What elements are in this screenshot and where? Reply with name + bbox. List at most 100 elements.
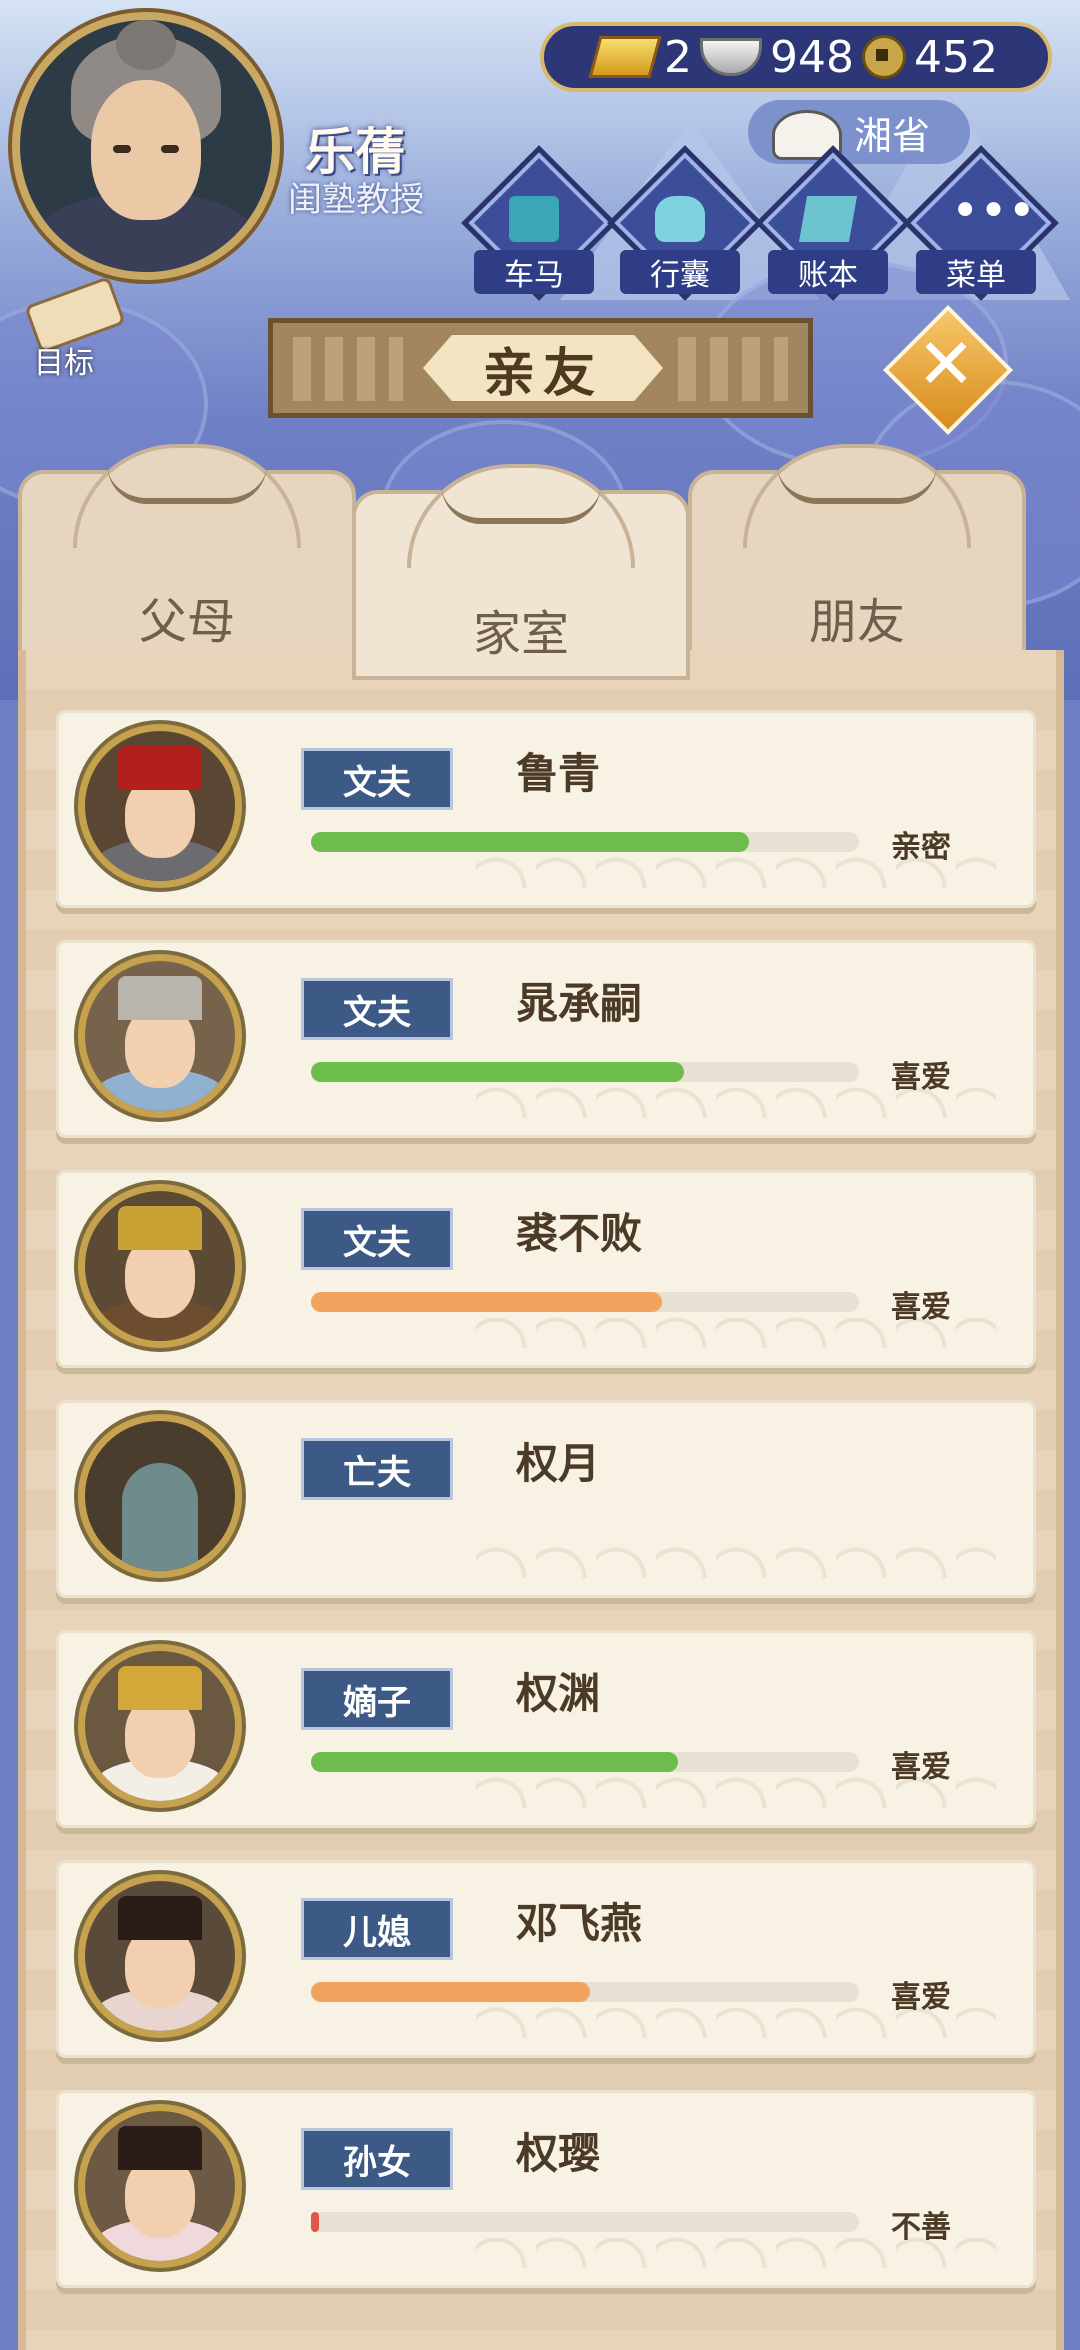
- affinity-bar: [311, 832, 859, 852]
- avatar-eye: [161, 144, 179, 153]
- menu-button-more[interactable]: ••• 菜单: [903, 145, 1059, 301]
- portrait-hat: [118, 1666, 202, 1710]
- role-tag: 儿媳: [301, 1898, 453, 1960]
- tombstone-icon: [122, 1463, 198, 1571]
- relation-status: 亲密: [891, 830, 951, 865]
- affinity-bar: [311, 1982, 859, 2002]
- silver-amount: 948: [770, 31, 854, 83]
- relative-portrait: [78, 1414, 242, 1578]
- relative-portrait: [78, 1874, 242, 2038]
- portrait-hat: [118, 1206, 202, 1250]
- section-banner: 亲友: [268, 318, 813, 418]
- tab-friends[interactable]: 朋友: [688, 444, 1026, 670]
- goal-label: 目标: [34, 346, 94, 381]
- portrait-hat: [118, 746, 202, 790]
- ledger-icon: [798, 196, 858, 242]
- affinity-bar: [311, 1062, 859, 1082]
- affinity-fill: [311, 1292, 662, 1312]
- tab-family[interactable]: 家室: [352, 464, 690, 680]
- relative-portrait: [78, 1644, 242, 1808]
- player-title: 闺塾教授: [288, 180, 424, 220]
- relative-card[interactable]: 文夫 晁承嗣喜爱: [56, 940, 1036, 1138]
- role-tag: 孙女: [301, 2128, 453, 2190]
- relative-card[interactable]: 嫡子 权渊喜爱: [56, 1630, 1036, 1828]
- tab-parents[interactable]: 父母: [18, 444, 356, 670]
- relatives-list[interactable]: 文夫 鲁青 亲密 文夫 晁承嗣 喜爱 文夫 裘不败 喜爱 亡夫 权月 嫡子 权渊 喜爱 儿媳 邓飞燕 喜爱 孙女权…: [18, 650, 1064, 2350]
- portrait-hat: [118, 1896, 202, 1940]
- relative-portrait: [78, 724, 242, 888]
- copper-coin-icon: [861, 35, 906, 79]
- role-tag: 文夫: [301, 978, 453, 1040]
- relation-status: 喜爱: [891, 1290, 951, 1325]
- menu-button-carriage[interactable]: 车马: [461, 145, 617, 301]
- relative-name: 邓飞燕: [516, 1899, 643, 1948]
- affinity-fill: [311, 832, 750, 852]
- gold-amount: 2: [664, 31, 692, 83]
- currency-bar: 2 948 452: [540, 22, 1052, 92]
- menu-label: 账本: [768, 250, 888, 294]
- affinity-bar: [311, 1752, 859, 1772]
- role-tag: 文夫: [301, 1208, 453, 1270]
- silver-ingot-icon: [700, 38, 762, 76]
- coin-amount: 452: [913, 31, 998, 83]
- portrait-hat: [118, 976, 202, 1020]
- close-icon[interactable]: ✕: [904, 322, 988, 406]
- relative-card[interactable]: 亡夫 权月: [56, 1400, 1036, 1598]
- gold-ingot-icon: [588, 36, 662, 78]
- relative-portrait: [78, 1184, 242, 1348]
- avatar-eye: [113, 144, 131, 153]
- relative-name: 权月: [516, 1439, 601, 1488]
- relative-portrait: [78, 2104, 242, 2268]
- tab-cloud-mark: [107, 458, 267, 504]
- menu-label: 车马: [474, 250, 594, 294]
- menu-button-bag[interactable]: 行囊: [607, 145, 763, 301]
- relative-name: 裘不败: [516, 1209, 643, 1258]
- menu-button-ledger[interactable]: 账本: [755, 145, 911, 301]
- tab-cloud-ornament: [743, 444, 971, 548]
- affinity-fill: [311, 1982, 591, 2002]
- location-button[interactable]: 湘省: [748, 100, 970, 164]
- affinity-fill: [311, 1752, 679, 1772]
- relative-name: 权渊: [516, 1669, 601, 1718]
- relative-card[interactable]: 文夫 鲁青亲密: [56, 710, 1036, 908]
- affinity-fill: [311, 2212, 320, 2232]
- section-title: 亲友: [423, 335, 663, 401]
- bag-icon: [655, 196, 705, 242]
- tab-cloud-ornament: [73, 444, 301, 548]
- location-label: 湘省: [853, 113, 930, 158]
- carriage-icon: [509, 196, 559, 242]
- avatar-hair-bun: [116, 20, 176, 70]
- relation-status: 不善: [891, 2210, 951, 2245]
- affinity-bar: [311, 1292, 859, 1312]
- banner-ornament: [293, 337, 403, 401]
- role-tag: 嫡子: [301, 1668, 453, 1730]
- tab-label: 朋友: [808, 594, 905, 650]
- role-tag: 亡夫: [301, 1438, 453, 1500]
- tab-label: 父母: [138, 594, 235, 650]
- menu-label: 菜单: [916, 250, 1036, 294]
- affinity-fill: [311, 1062, 684, 1082]
- relative-card[interactable]: 孙女 权璎不善: [56, 2090, 1036, 2288]
- relative-name: 晁承嗣: [516, 979, 643, 1028]
- role-tag: 文夫: [301, 748, 453, 810]
- relation-status: 喜爱: [891, 1750, 951, 1785]
- portrait-hat: [118, 2126, 202, 2170]
- relative-card[interactable]: 文夫 裘不败喜爱: [56, 1170, 1036, 1368]
- goal-button[interactable]: 目标: [14, 276, 126, 381]
- relation-status: 喜爱: [891, 1060, 951, 1095]
- relative-name: 权璎: [516, 2129, 601, 2178]
- relation-status: 喜爱: [891, 1980, 951, 2015]
- more-icon: •••: [951, 183, 1036, 239]
- menu-label: 行囊: [620, 250, 740, 294]
- relative-name: 鲁青: [516, 749, 601, 798]
- avatar-face: [91, 80, 201, 221]
- player-avatar[interactable]: [12, 12, 280, 280]
- card-wave-pattern: [476, 1518, 996, 1578]
- banner-ornament: [678, 337, 788, 401]
- tab-cloud-mark: [441, 478, 601, 524]
- tab-cloud-ornament: [407, 464, 635, 568]
- relative-card[interactable]: 儿媳 邓飞燕喜爱: [56, 1860, 1036, 2058]
- relative-portrait: [78, 954, 242, 1118]
- tab-cloud-mark: [777, 458, 937, 504]
- affinity-bar: [311, 2212, 859, 2232]
